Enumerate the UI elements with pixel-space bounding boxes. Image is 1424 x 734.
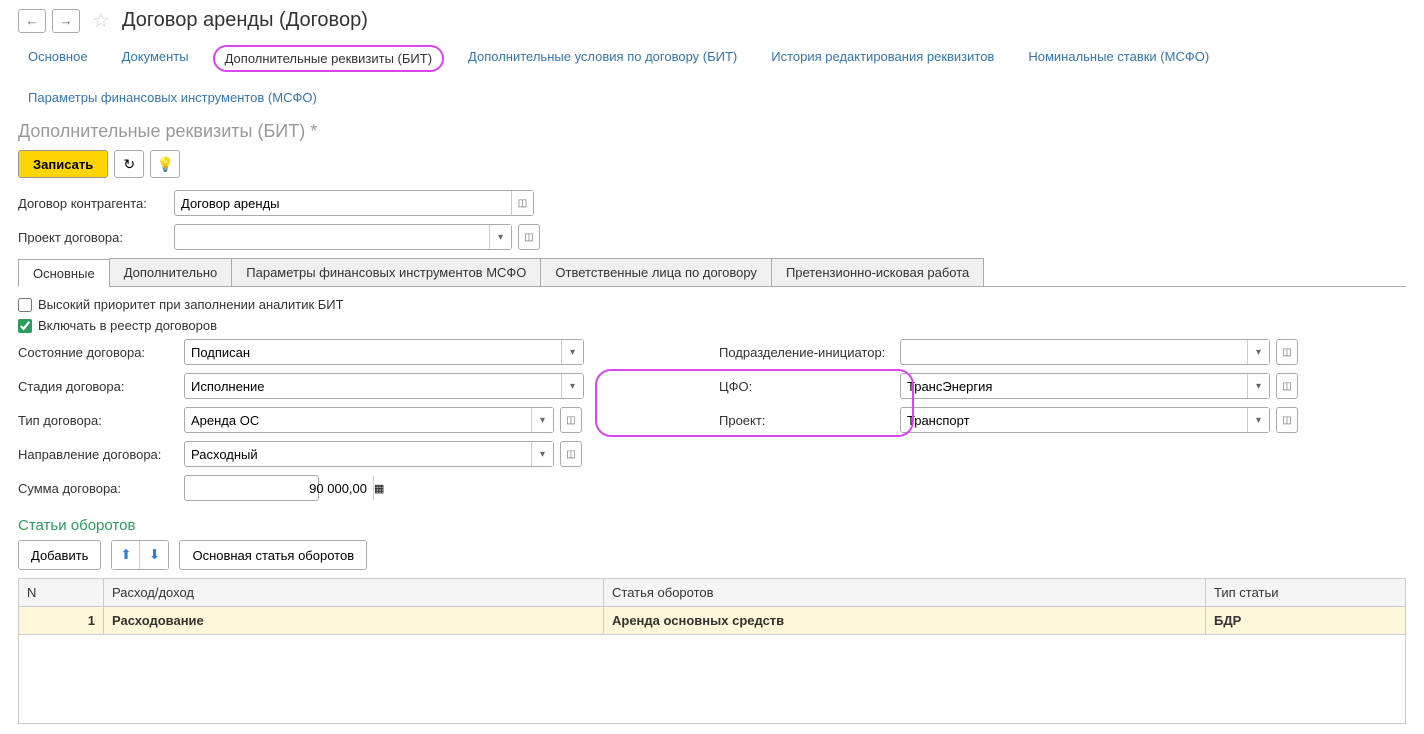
tab-nominal[interactable]: Номинальные ставки (МСФО) [1018,45,1219,72]
type-label: Тип договора: [18,413,178,428]
dropdown-icon[interactable]: ▾ [561,340,583,364]
forward-button[interactable]: → [52,9,80,33]
dropdown-icon[interactable]: ▾ [1247,374,1269,398]
state-label: Состояние договора: [18,345,178,360]
stage-input[interactable] [185,374,561,398]
sum-input[interactable] [185,481,373,496]
section-subtitle: Дополнительные реквизиты (БИТ) * [0,119,1424,150]
cell-art: Аренда основных средств [604,607,1206,635]
back-button[interactable]: ← [18,9,46,33]
include-registry-label: Включать в реестр договоров [38,318,217,333]
table-empty-area [18,634,1406,724]
open-icon[interactable]: ◫ [1276,407,1298,433]
direction-input[interactable] [185,442,531,466]
dropdown-icon[interactable]: ▾ [531,442,553,466]
tab-fin-params[interactable]: Параметры финансовых инструментов (МСФО) [18,86,327,109]
high-priority-checkbox[interactable] [18,298,32,312]
table-row[interactable]: 1 Расходование Аренда основных средств Б… [19,607,1406,635]
contract-label: Договор контрагента: [18,196,168,211]
project-contract-label: Проект договора: [18,230,168,245]
project-label: Проект: [719,413,894,428]
turnover-title: Статьи оборотов [18,517,1406,534]
open-icon[interactable]: ◫ [560,441,582,467]
add-button[interactable]: Добавить [18,540,101,570]
page-title: Договор аренды (Договор) [122,9,368,32]
dropdown-icon[interactable]: ▾ [561,374,583,398]
open-icon[interactable]: ◫ [1276,373,1298,399]
main-article-button[interactable]: Основная статья оборотов [179,540,367,570]
open-icon[interactable]: ◫ [1276,339,1298,365]
state-input[interactable] [185,340,561,364]
open-icon[interactable]: ◫ [518,224,540,250]
subtab-responsible[interactable]: Ответственные лица по договору [540,258,772,286]
contract-input[interactable] [175,191,511,215]
stage-label: Стадия договора: [18,379,178,394]
include-registry-checkbox[interactable] [18,319,32,333]
dropdown-icon[interactable]: ▾ [531,408,553,432]
project-input[interactable] [901,408,1247,432]
col-exp: Расход/доход [104,579,604,607]
subtab-main[interactable]: Основные [18,259,110,287]
subtab-claims[interactable]: Претензионно-исковая работа [771,258,984,286]
sum-label: Сумма договора: [18,481,178,496]
open-icon[interactable]: ◫ [560,407,582,433]
tab-edit-history[interactable]: История редактирования реквизитов [761,45,1004,72]
col-type: Тип статьи [1206,579,1406,607]
subdiv-label: Подразделение-инициатор: [719,345,894,360]
direction-label: Направление договора: [18,447,178,462]
hint-button[interactable]: 💡 [150,150,180,178]
favorite-icon[interactable]: ☆ [92,8,110,33]
cell-exp: Расходование [104,607,604,635]
cell-type: БДР [1206,607,1406,635]
type-input[interactable] [185,408,531,432]
col-art: Статья оборотов [604,579,1206,607]
high-priority-label: Высокий приоритет при заполнении аналити… [38,297,344,312]
tab-extra-cond[interactable]: Дополнительные условия по договору (БИТ) [458,45,747,72]
table-header: N Расход/доход Статья оборотов Тип стать… [19,579,1406,607]
subtab-ifrs[interactable]: Параметры финансовых инструментов МСФО [231,258,541,286]
move-up-button[interactable]: ⬆ [112,541,140,569]
col-n: N [19,579,104,607]
tab-docs[interactable]: Документы [112,45,199,72]
refresh-button[interactable]: ↻ [114,150,144,178]
project-contract-input[interactable] [175,225,489,249]
dropdown-icon[interactable]: ▾ [489,225,511,249]
cfo-input[interactable] [901,374,1247,398]
subtab-extra[interactable]: Дополнительно [109,258,233,286]
tab-main[interactable]: Основное [18,45,98,72]
save-button[interactable]: Записать [18,150,108,178]
dropdown-icon[interactable]: ▾ [1247,408,1269,432]
dropdown-icon[interactable]: ▾ [1247,340,1269,364]
subdiv-input[interactable] [901,340,1247,364]
cfo-label: ЦФО: [719,379,894,394]
open-icon[interactable]: ◫ [511,191,533,215]
tab-req-bit[interactable]: Дополнительные реквизиты (БИТ) [213,45,444,72]
cell-n: 1 [19,607,104,635]
move-down-button[interactable]: ⬇ [140,541,168,569]
calculator-icon[interactable]: ▦ [373,476,384,500]
